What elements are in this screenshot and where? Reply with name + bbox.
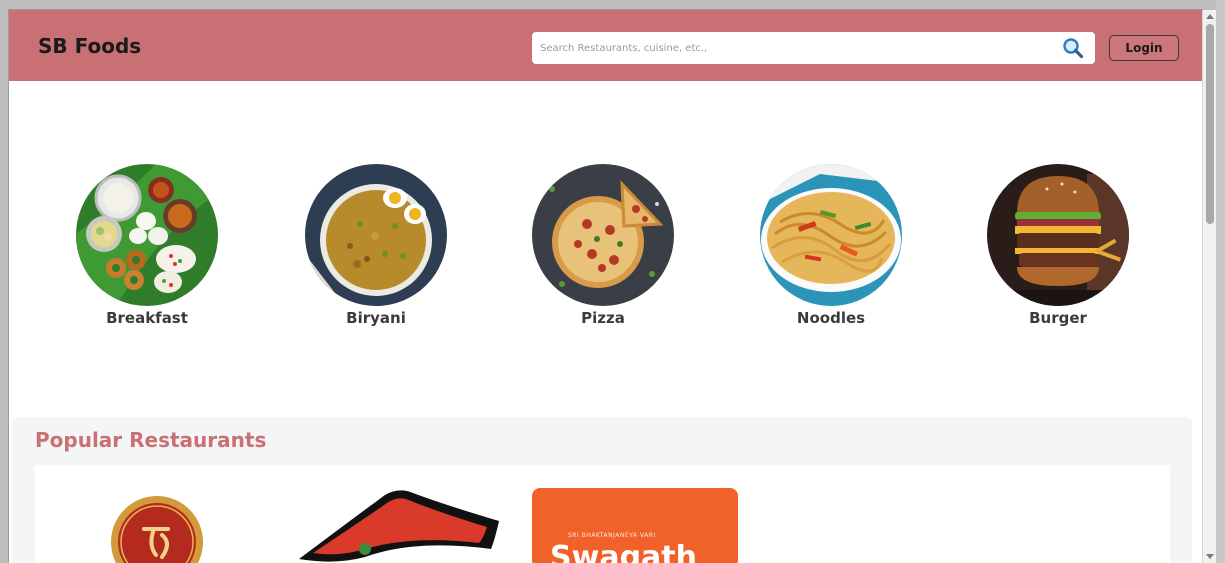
window-edge	[1216, 0, 1225, 563]
red-roof-logo[interactable]	[295, 487, 505, 563]
noodles-image[interactable]	[760, 164, 902, 306]
pizza-image[interactable]	[532, 164, 674, 306]
category-label[interactable]: Burger	[978, 309, 1138, 327]
category-biryani[interactable]: Biryani	[296, 164, 456, 327]
restaurant-tagline: SRI BHAKTANJANEYA VARI	[568, 532, 656, 539]
brand-title[interactable]: SB Foods	[38, 34, 141, 58]
browser-viewport: SB Foods Login	[9, 10, 1202, 563]
category-pizza[interactable]: Pizza	[523, 164, 683, 327]
restaurant-card-1[interactable]	[110, 495, 205, 563]
popular-restaurants-section: Popular Restaurants SRI BHAKTANJANEYA VA…	[12, 417, 1192, 563]
breakfast-image[interactable]	[76, 164, 218, 306]
restaurant-cards-row: SRI BHAKTANJANEYA VARI Swagath	[35, 465, 1170, 563]
search-bar[interactable]	[532, 32, 1095, 64]
restaurant-card-3[interactable]: SRI BHAKTANJANEYA VARI Swagath	[532, 488, 738, 563]
category-label[interactable]: Biryani	[296, 309, 456, 327]
restaurant-card-2[interactable]	[295, 487, 505, 563]
scroll-up-arrow-icon[interactable]	[1206, 14, 1214, 19]
category-label[interactable]: Pizza	[523, 309, 683, 327]
restaurant-wordmark: Swagath	[550, 540, 697, 563]
search-input[interactable]	[532, 32, 1052, 64]
vertical-scrollbar[interactable]	[1202, 10, 1217, 563]
category-label[interactable]: Breakfast	[67, 309, 227, 327]
category-breakfast[interactable]: Breakfast	[67, 164, 227, 327]
top-navbar: SB Foods Login	[9, 10, 1202, 81]
login-button[interactable]: Login	[1109, 35, 1179, 61]
category-noodles[interactable]: Noodles	[751, 164, 911, 327]
scroll-down-arrow-icon[interactable]	[1206, 554, 1214, 559]
search-icon[interactable]	[1062, 37, 1084, 59]
category-label[interactable]: Noodles	[751, 309, 911, 327]
round-emblem-logo[interactable]	[110, 495, 205, 563]
section-title: Popular Restaurants	[35, 428, 267, 452]
scroll-thumb[interactable]	[1206, 24, 1214, 224]
biryani-image[interactable]	[305, 164, 447, 306]
orange-square-logo[interactable]: SRI BHAKTANJANEYA VARI Swagath	[532, 488, 738, 563]
category-burger[interactable]: Burger	[978, 164, 1138, 327]
burger-image[interactable]	[987, 164, 1129, 306]
